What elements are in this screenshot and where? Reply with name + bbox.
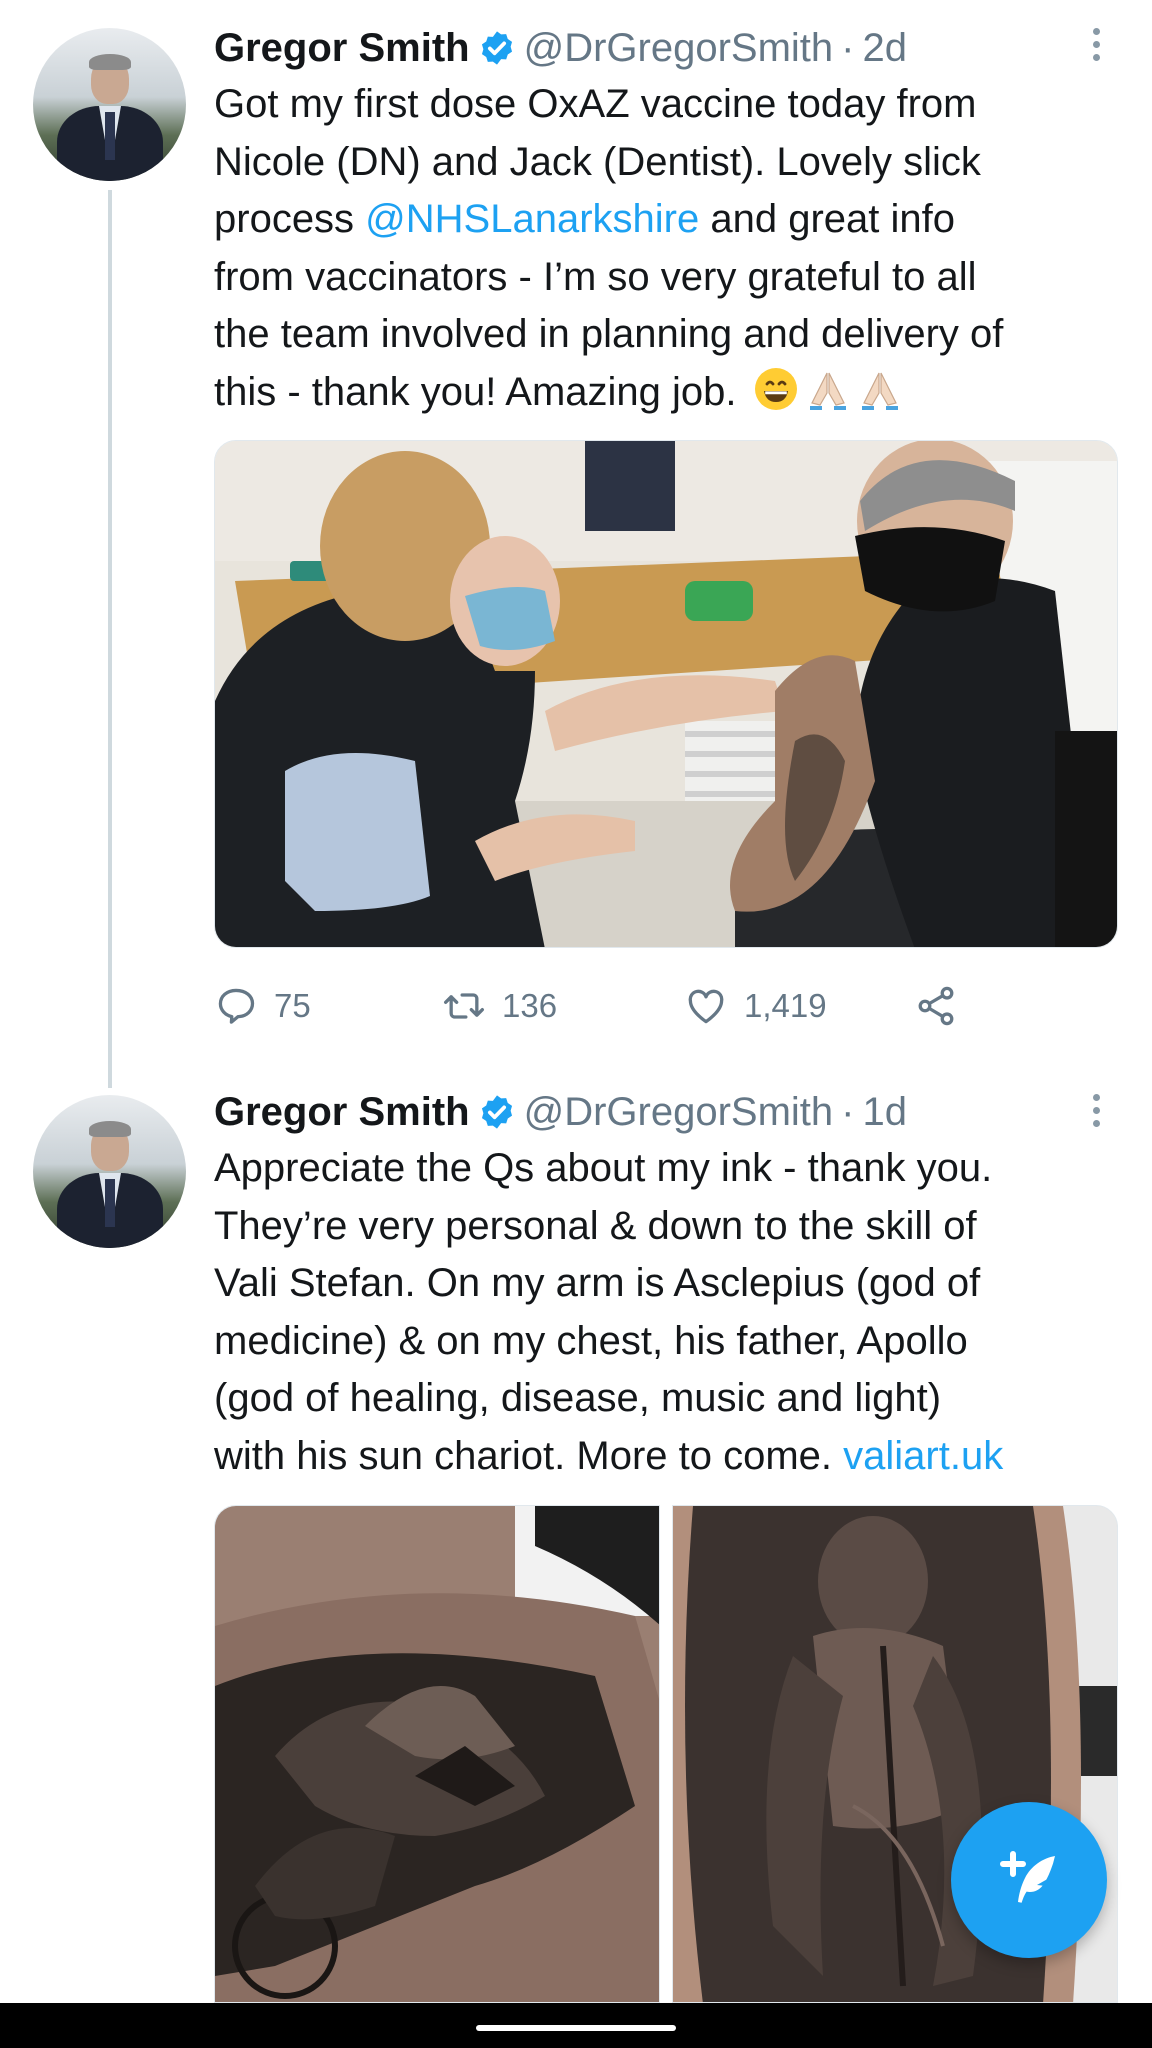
tweet-text-line: with his sun chariot. More to come. vali…	[214, 1428, 1114, 1486]
user-handle[interactable]: @DrGregorSmith	[524, 26, 834, 71]
tweet-photo-vaccination[interactable]	[214, 440, 1118, 948]
url-link[interactable]: valiart.uk	[843, 1434, 1003, 1478]
avatar[interactable]	[33, 28, 186, 181]
reply-icon	[218, 988, 255, 1024]
tweet-text-segment: from vaccinators - I’m so very grateful …	[214, 254, 977, 299]
more-vertical-icon[interactable]	[1086, 28, 1106, 61]
share-icon	[918, 986, 954, 1026]
display-name[interactable]: Gregor Smith	[214, 26, 470, 71]
reply-button[interactable]: 75	[214, 978, 311, 1034]
tweet-text-segment: (god of healing, disease, music and ligh…	[214, 1376, 942, 1420]
tweet-text: Got my first dose OxAZ vaccine today fro…	[214, 76, 1114, 421]
tweet-text-line: (god of healing, disease, music and ligh…	[214, 1370, 1114, 1428]
tweet-text-segment: medicine) & on my chest, his father, Apo…	[214, 1318, 968, 1363]
avatar[interactable]	[33, 1095, 186, 1248]
tweet-text-segment: the team involved in planning and delive…	[214, 312, 1004, 356]
tweet-text-segment: Vali Stefan. On my arm is Asclepius (god…	[214, 1261, 981, 1305]
compose-tweet-icon	[1000, 1851, 1055, 1903]
verified-badge-icon	[481, 1095, 512, 1129]
tweet-text-line: Got my first dose OxAZ vaccine today fro…	[214, 76, 1114, 134]
tweet-text-line: Vali Stefan. On my arm is Asclepius (god…	[214, 1255, 1114, 1313]
user-handle[interactable]: @DrGregorSmith	[524, 1090, 834, 1135]
folded-hands-emoji-icon	[809, 372, 846, 410]
tweet-text: Appreciate the Qs about my ink - thank y…	[214, 1140, 1114, 1485]
timestamp[interactable]: 2d	[862, 26, 907, 71]
retweet-count: 136	[502, 987, 558, 1024]
tweet-text-segment: this - thank you! Amazing job.	[214, 369, 748, 414]
separator-dot: ·	[841, 1089, 855, 1134]
timestamp[interactable]: 1d	[862, 1090, 907, 1135]
like-button[interactable]: 1,419	[684, 978, 827, 1034]
vaccination-photo	[215, 441, 1117, 947]
thread-connector-line	[108, 190, 112, 1088]
retweet-icon	[444, 993, 484, 1019]
tweet-text-segment: Appreciate the Qs about my ink - thank y…	[214, 1146, 993, 1190]
verified-badge-icon	[481, 31, 512, 65]
tweet-text-segment: and great info	[699, 197, 955, 241]
separator-dot: ·	[841, 25, 855, 70]
tweet-text-line: the team involved in planning and delive…	[214, 306, 1114, 364]
tweet-text-line: medicine) & on my chest, his father, Apo…	[214, 1313, 1114, 1371]
tweet-text-line: They’re very personal & down to the skil…	[214, 1198, 1114, 1256]
folded-hands-emoji-icon	[861, 372, 898, 410]
like-count: 1,419	[744, 987, 827, 1024]
tweet-header: Gregor Smith @DrGregorSmith · 1d	[214, 1084, 907, 1140]
tweet-text-segment: They’re very personal & down to the skil…	[214, 1203, 977, 1248]
tweet-text-line: Appreciate the Qs about my ink - thank y…	[214, 1140, 1114, 1198]
share-button[interactable]	[914, 978, 974, 1034]
tweet-text-segment: Nicole (DN) and Jack (Dentist). Lovely s…	[214, 139, 981, 184]
compose-tweet-button[interactable]	[951, 1802, 1107, 1958]
tweet-actions: 75 136 1,419	[214, 978, 974, 1034]
tweet-photo-chest-tattoo[interactable]	[214, 1505, 660, 2003]
tweet-header: Gregor Smith @DrGregorSmith · 2d	[214, 20, 907, 76]
tweet-text-line: process @NHSLanarkshire and great info	[214, 191, 1114, 249]
tweet-text-line: this - thank you! Amazing job.	[214, 364, 1114, 422]
retweet-button[interactable]: 136	[442, 978, 557, 1034]
mention-link[interactable]: @NHSLanarkshire	[365, 197, 699, 241]
reply-count: 75	[274, 987, 311, 1024]
display-name[interactable]: Gregor Smith	[214, 1090, 470, 1135]
tweet-text-segment: Got my first dose OxAZ vaccine today fro…	[214, 82, 977, 126]
grinning-face-emoji-icon	[754, 367, 797, 410]
tweet-text-segment: with his sun chariot. More to come.	[214, 1433, 844, 1478]
more-vertical-icon[interactable]	[1086, 1094, 1106, 1127]
heart-icon	[688, 989, 724, 1024]
home-gesture-bar[interactable]	[476, 2025, 676, 2031]
chest-tattoo-photo	[215, 1506, 659, 2002]
tweet-text-line: from vaccinators - I’m so very grateful …	[214, 249, 1114, 307]
tweet-text-line: Nicole (DN) and Jack (Dentist). Lovely s…	[214, 134, 1114, 192]
tweet-text-segment: process	[214, 197, 366, 241]
